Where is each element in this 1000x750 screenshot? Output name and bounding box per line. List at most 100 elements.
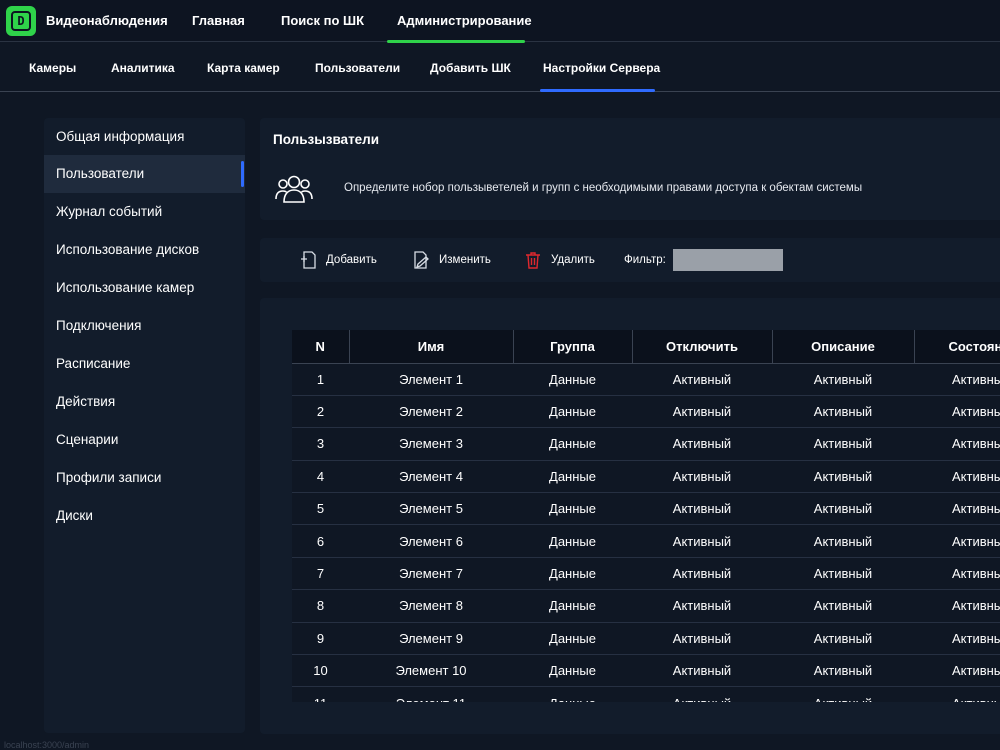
cell-number: 7 (292, 557, 349, 591)
sidebar-item-recording-profiles[interactable]: Профили записи (44, 459, 245, 497)
topnav-item-home[interactable]: Главная (192, 13, 245, 28)
sidebar-item-scenarios[interactable]: Сценарии (44, 421, 245, 459)
table-row[interactable]: 2Элемент 2ДанныеАктивныйАктивныйАктивный (292, 395, 1000, 429)
cell-group: Данные (513, 492, 632, 526)
topnav-item-search-barcode[interactable]: Поиск по ШК (281, 13, 364, 28)
cell-group: Данные (513, 686, 632, 702)
cell-name: Элемент 3 (349, 427, 513, 461)
cell-state: Активный (914, 492, 1000, 526)
column-header-disable[interactable]: Отключить (632, 330, 773, 364)
cell-group: Данные (513, 363, 632, 396)
subnav-item-server-settings[interactable]: Настройки Сервера (543, 61, 660, 75)
cell-name: Элемент 1 (349, 363, 513, 396)
users-table-scroll[interactable]: N Имя Группа Отключить Описание Состояни… (292, 330, 1000, 702)
cell-group: Данные (513, 654, 632, 688)
sidebar-item-actions[interactable]: Действия (44, 383, 245, 421)
cell-group: Данные (513, 524, 632, 558)
cell-description: Активный (772, 363, 914, 396)
filter-input[interactable] (673, 249, 783, 271)
cell-state: Активный (914, 686, 1000, 702)
cell-description: Активный (772, 524, 914, 558)
cell-disable: Активный (632, 524, 772, 558)
add-user-icon (301, 251, 316, 269)
subnav-item-analytics[interactable]: Аналитика (111, 61, 175, 75)
cell-disable: Активный (632, 492, 772, 526)
table-row[interactable]: 8Элемент 8ДанныеАктивныйАктивныйАктивный (292, 589, 1000, 623)
table-row[interactable]: 3Элемент 3ДанныеАктивныйАктивныйАктивный (292, 427, 1000, 461)
sidebar-item-disk-usage[interactable]: Использование дисков (44, 231, 245, 269)
cell-disable: Активный (632, 557, 772, 591)
cell-name: Элемент 6 (349, 524, 513, 558)
cell-description: Активный (772, 622, 914, 656)
sidebar-item-event-log[interactable]: Журнал событий (44, 193, 245, 231)
table-row[interactable]: 7Элемент 7ДанныеАктивныйАктивныйАктивный (292, 557, 1000, 591)
cell-name: Элемент 7 (349, 557, 513, 591)
app-title: Видеонаблюдения (46, 13, 168, 28)
app-logo[interactable]: D (6, 6, 36, 36)
page-description: Определите нобор пользыветелей и групп с… (344, 182, 863, 194)
delete-button[interactable]: Удалить (525, 238, 595, 282)
cell-disable: Активный (632, 686, 772, 702)
users-toolbar: Добавить Изменить Удалить Фильтр: (260, 238, 1000, 282)
sidebar-item-general-info[interactable]: Общая информация (44, 118, 245, 156)
cell-description: Активный (772, 589, 914, 623)
cell-state: Активный (914, 654, 1000, 688)
cell-number: 5 (292, 492, 349, 526)
cell-number: 11 (292, 686, 349, 702)
subnav-item-cameras[interactable]: Камеры (29, 61, 76, 75)
cell-description: Активный (772, 492, 914, 526)
sidebar-item-camera-usage[interactable]: Использование камер (44, 269, 245, 307)
cell-name: Элемент 9 (349, 622, 513, 656)
column-header-name[interactable]: Имя (349, 330, 514, 364)
users-icon (275, 175, 313, 203)
cell-state: Активный (914, 524, 1000, 558)
cell-disable: Активный (632, 395, 772, 429)
table-row[interactable]: 6Элемент 6ДанныеАктивныйАктивныйАктивный (292, 524, 1000, 558)
cell-state: Активный (914, 622, 1000, 656)
cell-number: 1 (292, 363, 349, 396)
sidebar-item-users[interactable]: Пользователи (44, 155, 245, 193)
cell-disable: Активный (632, 589, 772, 623)
cell-description: Активный (772, 460, 914, 494)
edit-button[interactable]: Изменить (413, 238, 491, 282)
cell-description: Активный (772, 395, 914, 429)
cell-state: Активный (914, 427, 1000, 461)
column-header-description[interactable]: Описание (772, 330, 915, 364)
table-row[interactable]: 10 Элемент 10 Данные Активный Активный Активн… (292, 654, 1000, 688)
cell-disable: Активный (632, 622, 772, 656)
cell-name: Элемент 10 (349, 654, 513, 688)
trash-icon (526, 252, 540, 269)
logo-letter: D (11, 11, 31, 31)
table-row[interactable]: 4Элемент 4ДанныеАктивныйАктивныйАктивный (292, 460, 1000, 494)
subnav-item-camera-map[interactable]: Карта камер (207, 61, 280, 75)
cell-state: Активный (914, 363, 1000, 396)
column-header-state[interactable]: Состояние (914, 330, 1000, 364)
column-header-group[interactable]: Группа (513, 330, 633, 364)
cell-disable: Активный (632, 654, 772, 688)
sidebar-item-schedule[interactable]: Расписание (44, 345, 245, 383)
sidebar-item-connections[interactable]: Подключения (44, 307, 245, 345)
cell-disable: Активный (632, 427, 772, 461)
add-button[interactable]: Добавить (300, 238, 377, 282)
subnav-item-users[interactable]: Пользователи (315, 61, 400, 75)
table-row[interactable]: 9Элемент 9ДанныеАктивныйАктивныйАктивный (292, 622, 1000, 656)
table-header-row: N Имя Группа Отключить Описание Состояни… (292, 330, 1000, 364)
topnav-item-administration[interactable]: Администрирование (397, 13, 532, 28)
subnav-item-add-barcode[interactable]: Добавить ШК (430, 61, 511, 75)
add-button-label: Добавить (326, 254, 377, 266)
sub-navbar: Камеры Аналитика Карта камер Пользовател… (0, 43, 1000, 92)
column-header-number[interactable]: N (292, 330, 350, 364)
cell-disable: Активный (632, 363, 772, 396)
cell-group: Данные (513, 395, 632, 429)
cell-state: Активный (914, 589, 1000, 623)
cell-number: 10 (292, 654, 349, 688)
cell-name: Элемент 4 (349, 460, 513, 494)
table-row[interactable]: 1Элемент 1ДанныеАктивныйАктивныйАктивный (292, 363, 1000, 396)
cell-group: Данные (513, 622, 632, 656)
delete-button-label: Удалить (551, 254, 595, 266)
cell-disable: Активный (632, 460, 772, 494)
table-row[interactable]: 11Элемент 11ДанныеАктивныйАктивныйАктивн… (292, 686, 1000, 702)
table-row[interactable]: 5Элемент 5ДанныеАктивныйАктивныйАктивный (292, 492, 1000, 526)
sidebar-item-disks[interactable]: Диски (44, 497, 245, 535)
cell-number: 4 (292, 460, 349, 494)
